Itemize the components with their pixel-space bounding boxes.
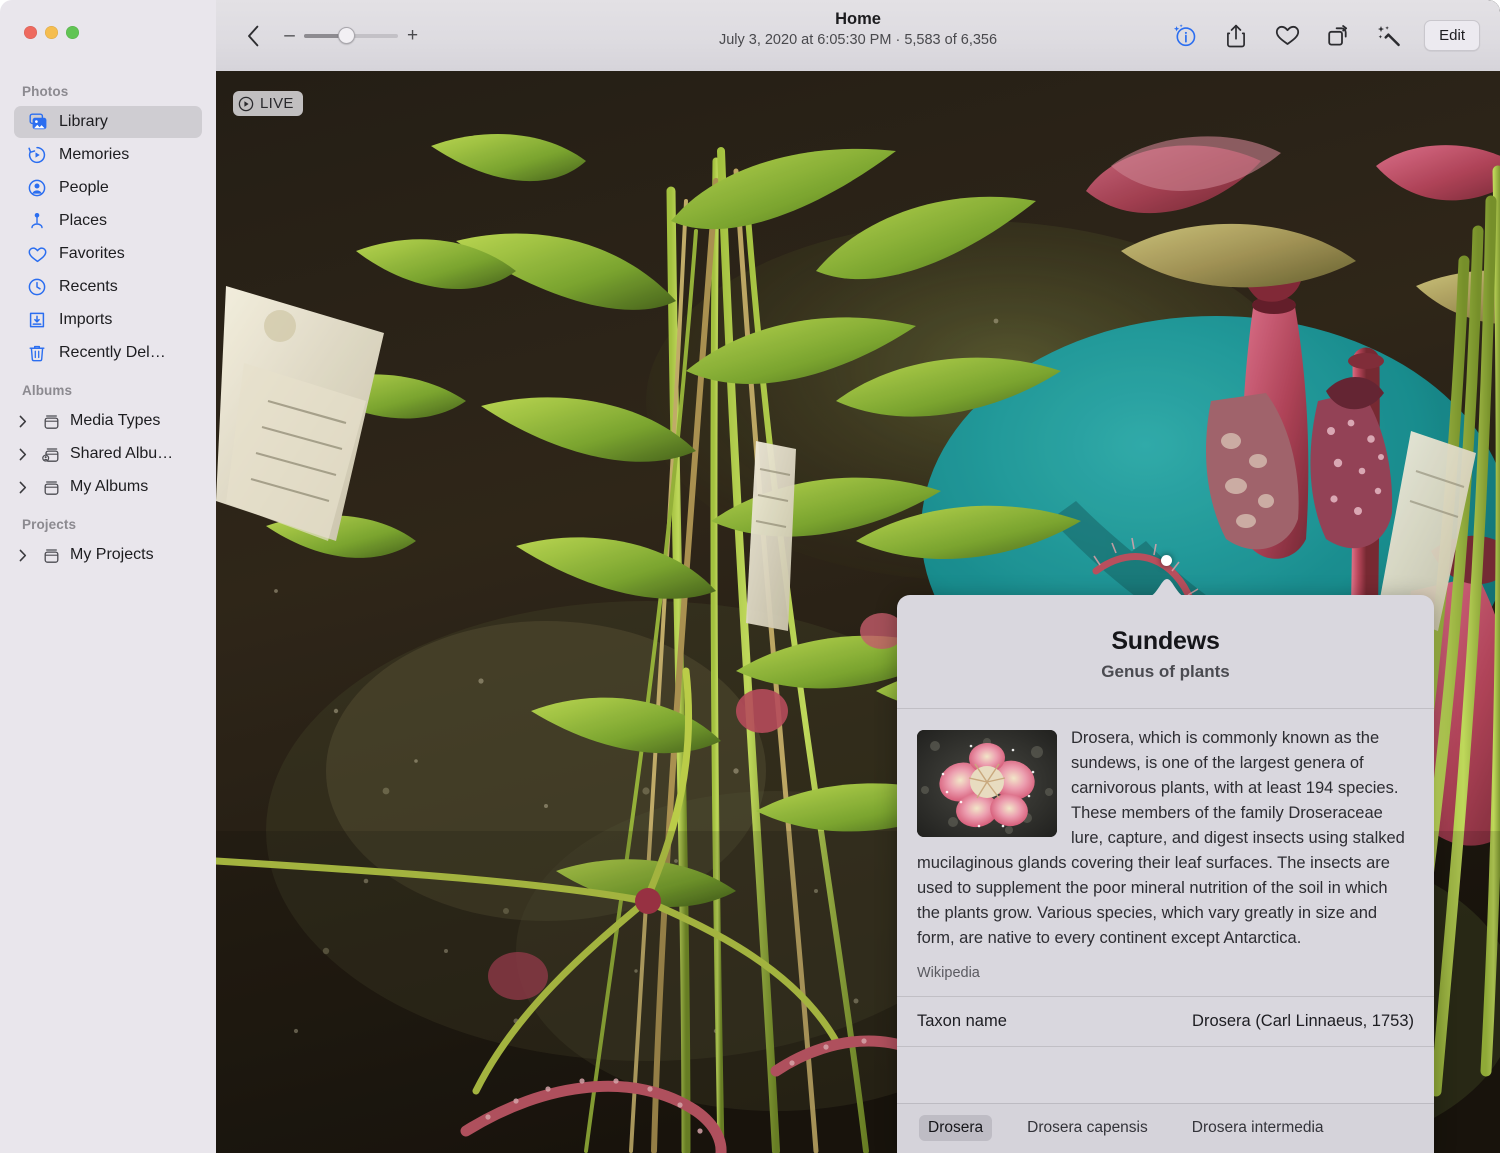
sidebar-item-label: Shared Albu… — [70, 445, 174, 462]
sidebar-item-label: Favorites — [59, 245, 125, 262]
sidebar-item-recents[interactable]: Recents — [14, 271, 202, 303]
sidebar-scroll-area: Photos Library Memories People Places Fa… — [0, 84, 216, 585]
edit-button[interactable]: Edit — [1424, 20, 1480, 51]
sidebar-item-label: My Albums — [70, 478, 149, 495]
tab-drosera[interactable]: Drosera — [919, 1114, 993, 1141]
live-photo-label: LIVE — [260, 95, 294, 112]
close-button[interactable] — [24, 26, 37, 39]
share-icon[interactable] — [1220, 20, 1252, 52]
sidebar-item-label: Library — [59, 113, 108, 130]
sidebar-item-label: People — [59, 179, 109, 196]
tab-drosera-intermedia[interactable]: Drosera intermedia — [1183, 1115, 1333, 1141]
sidebar-item-favorites[interactable]: Favorites — [14, 238, 202, 270]
sidebar-item-media-types[interactable]: Media Types — [14, 405, 202, 437]
sidebar: Photos Library Memories People Places Fa… — [0, 0, 216, 1153]
popover-spacer — [897, 1047, 1434, 1075]
sidebar-item-label: My Projects — [70, 546, 154, 563]
row-value: Drosera (Carl Linnaeus, 1753) — [1192, 1012, 1414, 1030]
shared-album-icon — [39, 443, 63, 465]
table-row: Taxon name Drosera (Carl Linnaeus, 1753) — [917, 997, 1414, 1046]
chevron-right-icon[interactable] — [14, 549, 32, 562]
play-circle-icon — [238, 96, 254, 112]
popover-detail-rows: Taxon name Drosera (Carl Linnaeus, 1753) — [897, 997, 1434, 1046]
minimize-button[interactable] — [45, 26, 58, 39]
sidebar-section-title-photos: Photos — [22, 84, 69, 99]
popover-source[interactable]: Wikipedia — [917, 951, 1414, 996]
clock-icon — [26, 276, 48, 298]
sidebar-item-people[interactable]: People — [14, 172, 202, 204]
sidebar-section-title-albums: Albums — [22, 383, 73, 398]
sidebar-item-my-albums[interactable]: My Albums — [14, 471, 202, 503]
zoom-slider-thumb[interactable] — [337, 26, 355, 44]
edit-button-label: Edit — [1439, 27, 1465, 44]
zoom-out-label[interactable]: – — [284, 26, 295, 45]
album-box-icon — [39, 410, 63, 432]
sidebar-item-label: Places — [59, 212, 108, 229]
trash-icon — [26, 342, 48, 364]
sidebar-section-projects: Projects My Projects — [0, 517, 216, 571]
popover-title: Sundews — [1111, 627, 1220, 655]
sidebar-section-photos: Photos Library Memories People Places Fa… — [0, 84, 216, 369]
sidebar-section-albums: Albums Media Types Shared Albu… My Album… — [0, 383, 216, 503]
visual-lookup-dot[interactable] — [1161, 555, 1172, 566]
toolbar-left-group: – + — [216, 21, 418, 51]
sidebar-item-my-projects[interactable]: My Projects — [14, 539, 202, 571]
sidebar-item-label: Imports — [59, 311, 113, 328]
library-icon — [26, 111, 48, 133]
sidebar-item-library[interactable]: Library — [14, 106, 202, 138]
enhance-wand-icon[interactable] — [1373, 20, 1405, 52]
zoom-in-label[interactable]: + — [407, 26, 418, 45]
window-traffic-lights — [24, 26, 79, 39]
import-icon — [26, 309, 48, 331]
sidebar-item-places[interactable]: Places — [14, 205, 202, 237]
zoom-slider-track[interactable] — [304, 26, 398, 44]
toolbar-right-group: Edit — [1169, 0, 1480, 71]
heart-icon[interactable] — [1271, 20, 1303, 52]
info-sparkle-icon[interactable] — [1169, 20, 1201, 52]
rotate-icon[interactable] — [1322, 20, 1354, 52]
sidebar-item-label: Recents — [59, 278, 118, 295]
sundew-thumbnail[interactable] — [917, 730, 1057, 837]
main-content: – + Home July 3, 2020 at 6:05:30 PM · 5,… — [216, 0, 1500, 1153]
tab-drosera-capensis[interactable]: Drosera capensis — [1018, 1115, 1157, 1141]
popover-tab-bar: Drosera Drosera capensis Drosera interme… — [897, 1103, 1434, 1153]
heart-icon — [26, 243, 48, 265]
photos-app-window: Photos Library Memories People Places Fa… — [0, 0, 1500, 1153]
sidebar-item-recently-deleted[interactable]: Recently Del… — [14, 337, 202, 369]
album-box-icon — [39, 476, 63, 498]
popover-header: Sundews Genus of plants — [897, 595, 1434, 708]
sidebar-item-label: Memories — [59, 146, 130, 163]
sidebar-item-label: Media Types — [70, 412, 161, 429]
zoom-button[interactable] — [66, 26, 79, 39]
people-icon — [26, 177, 48, 199]
sidebar-item-shared-albums[interactable]: Shared Albu… — [14, 438, 202, 470]
sidebar-section-title-projects: Projects — [22, 517, 77, 532]
sidebar-item-imports[interactable]: Imports — [14, 304, 202, 336]
sidebar-item-memories[interactable]: Memories — [14, 139, 202, 171]
zoom-slider[interactable]: – + — [284, 26, 418, 45]
live-photo-badge[interactable]: LIVE — [233, 91, 303, 116]
chevron-right-icon[interactable] — [14, 415, 32, 428]
popover-subtitle: Genus of plants — [1101, 662, 1230, 681]
back-button[interactable] — [240, 21, 266, 51]
memories-icon — [26, 144, 48, 166]
popover-body: Drosera, which is commonly known as the … — [897, 709, 1434, 996]
toolbar: – + Home July 3, 2020 at 6:05:30 PM · 5,… — [216, 0, 1500, 71]
sidebar-item-label: Recently Del… — [59, 344, 166, 361]
places-pin-icon — [26, 210, 48, 232]
chevron-right-icon[interactable] — [14, 448, 32, 461]
popover-arrow — [1147, 577, 1187, 597]
visual-lookup-popover[interactable]: Sundews Genus of plants Drosera, which i… — [897, 595, 1434, 1153]
row-key: Taxon name — [917, 1012, 1007, 1030]
chevron-right-icon[interactable] — [14, 481, 32, 494]
album-box-icon — [39, 544, 63, 566]
